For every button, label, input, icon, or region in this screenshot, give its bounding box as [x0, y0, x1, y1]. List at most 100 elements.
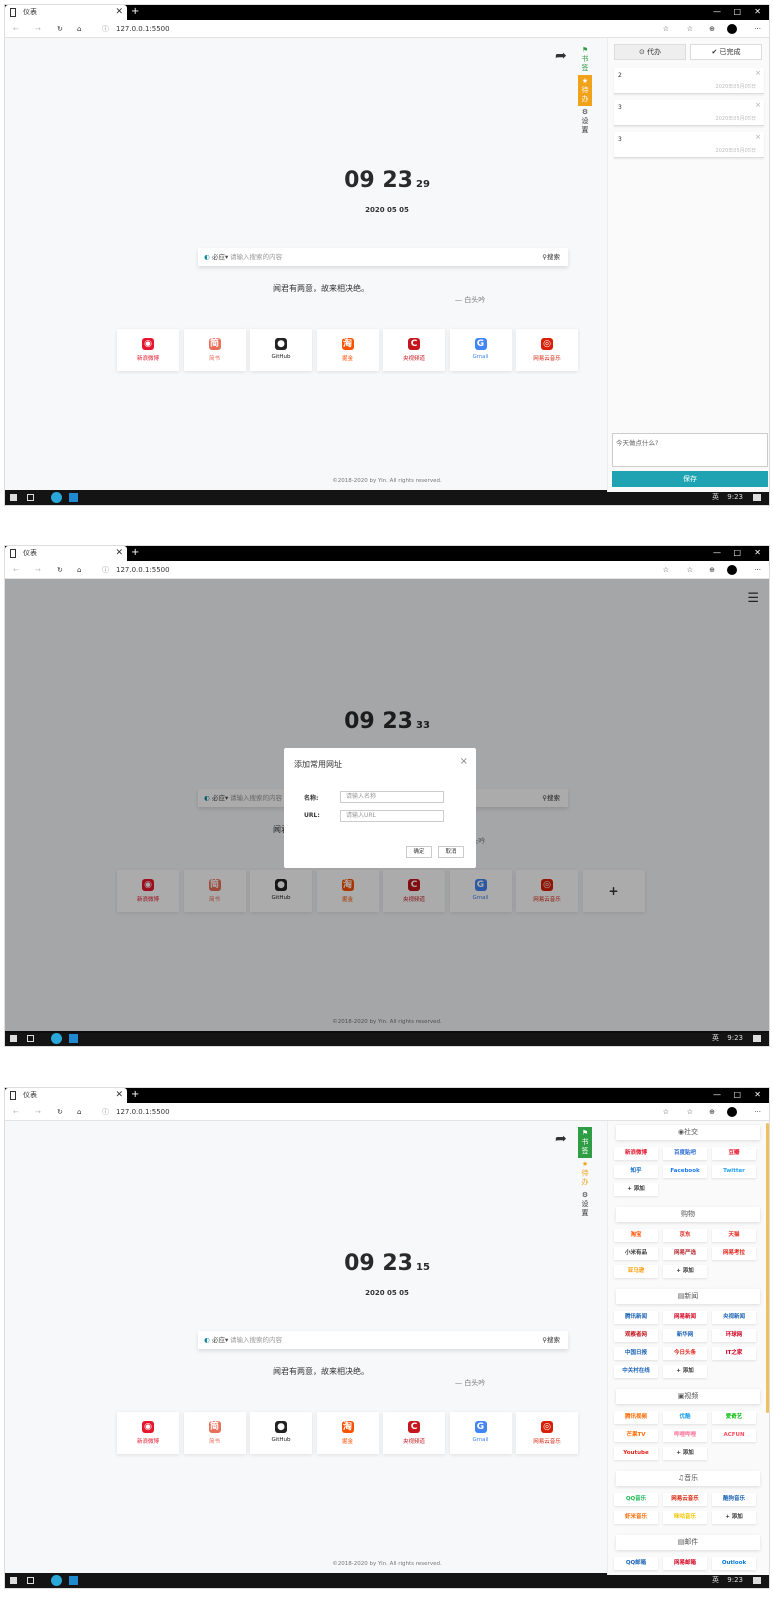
bookmark-chip[interactable]: 腾讯新闻: [614, 1311, 658, 1324]
ime-indicator[interactable]: 英: [712, 490, 719, 505]
name-input[interactable]: 请输入名称: [340, 791, 444, 803]
panel-scrollbar[interactable]: [766, 1123, 769, 1413]
new-tab-button[interactable]: +: [131, 5, 139, 19]
search-engine-select[interactable]: ◐ 必应▾: [204, 1331, 228, 1349]
browser-tab[interactable]: 仪表 ✕: [5, 1088, 127, 1103]
url-input[interactable]: 请输入URL: [340, 810, 444, 822]
quick-link-card[interactable]: ● GitHub: [250, 329, 312, 371]
todo-note[interactable]: 3 2020年05月05日 ×: [614, 132, 764, 158]
favorite-star-icon[interactable]: ☆: [663, 1103, 669, 1121]
confirm-button[interactable]: 确定: [406, 846, 432, 858]
todo-note[interactable]: 2 2020年05月05日 ×: [614, 68, 764, 94]
bookmark-chip[interactable]: 今日头条: [663, 1347, 707, 1360]
share-icon[interactable]: ➦: [555, 1131, 567, 1147]
home-icon[interactable]: ⌂: [77, 561, 81, 579]
bookmark-chip[interactable]: 酷狗音乐: [712, 1493, 756, 1506]
close-window-button[interactable]: ✕: [754, 5, 761, 19]
bookmark-chip[interactable]: 知乎: [614, 1165, 658, 1178]
site-info-icon[interactable]: ⓘ: [102, 561, 109, 579]
start-icon[interactable]: [10, 1035, 17, 1042]
search-button[interactable]: ⚲搜索: [542, 248, 560, 266]
bookmark-chip[interactable]: 中关村在线: [614, 1365, 658, 1378]
extensions-icon[interactable]: ⊕: [709, 1103, 715, 1121]
side-nav-todo[interactable]: ★ 待办: [578, 1158, 592, 1189]
bookmark-chip[interactable]: 网易邮箱: [663, 1557, 707, 1570]
task-view-icon[interactable]: [27, 494, 34, 501]
bookmark-chip[interactable]: Youtube: [614, 1447, 658, 1460]
bookmark-chip[interactable]: 京东: [663, 1229, 707, 1242]
reload-icon[interactable]: ↻: [57, 561, 63, 579]
side-nav-bookmarks[interactable]: ⚑ 书签: [578, 44, 592, 75]
bookmark-chip[interactable]: Facebook: [663, 1165, 707, 1178]
favorites-list-icon[interactable]: ☆: [687, 561, 693, 579]
bookmark-chip[interactable]: 央视新闻: [712, 1311, 756, 1324]
notification-icon[interactable]: [753, 1577, 761, 1584]
bookmark-chip[interactable]: QQ邮箱: [614, 1557, 658, 1570]
maximize-button[interactable]: □: [733, 546, 741, 560]
bookmark-chip[interactable]: ACFUN: [712, 1429, 756, 1442]
search-input[interactable]: 请输入搜索的内容: [230, 248, 282, 266]
quick-link-card[interactable]: 淘掘金: [316, 1412, 379, 1454]
more-menu-icon[interactable]: ···: [754, 1103, 761, 1121]
notification-icon[interactable]: [753, 1035, 761, 1042]
bookmark-chip[interactable]: 中国日报: [614, 1347, 658, 1360]
bookmark-chip[interactable]: 优酷: [663, 1411, 707, 1424]
favorites-list-icon[interactable]: ☆: [687, 20, 693, 38]
bookmark-chip[interactable]: 淘宝: [614, 1229, 658, 1242]
bookmark-chip[interactable]: 新华网: [663, 1329, 707, 1342]
bookmark-chip[interactable]: 咪咕音乐: [663, 1511, 707, 1524]
close-tab-icon[interactable]: ✕: [115, 1088, 123, 1103]
forward-icon[interactable]: →: [35, 561, 41, 579]
close-tab-icon[interactable]: ✕: [115, 5, 123, 20]
tab-todo[interactable]: ⊙ 代办: [614, 44, 686, 60]
quick-link-card[interactable]: G Gmail: [449, 1412, 512, 1454]
quick-link-card[interactable]: 简简书: [183, 329, 246, 371]
quick-link-card[interactable]: ● GitHub: [250, 1412, 312, 1454]
quick-link-card[interactable]: ◉ 新浪微博: [117, 1412, 179, 1454]
site-info-icon[interactable]: ⓘ: [102, 20, 109, 38]
close-icon[interactable]: ×: [755, 133, 761, 141]
minimize-button[interactable]: —: [713, 1088, 721, 1102]
url-field[interactable]: 127.0.0.1:5500: [116, 1103, 170, 1121]
side-nav-todo[interactable]: ★ 待办: [578, 75, 592, 106]
add-bookmark-button[interactable]: + 添加: [614, 1183, 658, 1196]
todo-note[interactable]: 3 2020年05月05日 ×: [614, 100, 764, 126]
close-icon[interactable]: ×: [460, 756, 468, 767]
quick-link-card[interactable]: ◉ 新浪微博: [117, 329, 179, 371]
add-bookmark-button[interactable]: + 添加: [663, 1365, 707, 1378]
new-tab-button[interactable]: +: [131, 546, 139, 560]
reload-icon[interactable]: ↻: [57, 1103, 63, 1121]
bookmark-chip[interactable]: IT之家: [712, 1347, 756, 1360]
maximize-button[interactable]: □: [733, 1088, 741, 1102]
browser-tab[interactable]: 仪表 ✕: [5, 546, 127, 561]
ime-indicator[interactable]: 英: [712, 1573, 719, 1588]
quick-link-card[interactable]: C 央视频道: [383, 329, 445, 371]
notification-icon[interactable]: [753, 494, 761, 501]
bookmark-chip[interactable]: 百度贴吧: [663, 1147, 707, 1160]
home-icon[interactable]: ⌂: [77, 20, 81, 38]
home-icon[interactable]: ⌂: [77, 1103, 81, 1121]
bookmark-chip[interactable]: 网易考拉: [712, 1247, 756, 1260]
bookmark-chip[interactable]: 新浪微博: [614, 1147, 658, 1160]
task-view-icon[interactable]: [27, 1035, 34, 1042]
browser-tab[interactable]: 仪表 ✕: [5, 5, 127, 20]
bookmark-chip[interactable]: 小米有品: [614, 1247, 658, 1260]
search-input[interactable]: 请输入搜索的内容: [230, 1331, 282, 1349]
add-bookmark-button[interactable]: + 添加: [712, 1511, 756, 1524]
url-field[interactable]: 127.0.0.1:5500: [116, 20, 170, 38]
extensions-icon[interactable]: ⊕: [709, 561, 715, 579]
close-icon[interactable]: ×: [755, 101, 761, 109]
profile-avatar[interactable]: [727, 24, 737, 34]
bookmark-chip[interactable]: 环球网: [712, 1329, 756, 1342]
favorite-star-icon[interactable]: ☆: [663, 561, 669, 579]
task-view-icon[interactable]: [27, 1577, 34, 1584]
bookmark-chip[interactable]: 天猫: [712, 1229, 756, 1242]
quick-link-card[interactable]: ◎ 网易云音乐: [516, 1412, 578, 1454]
back-icon[interactable]: ←: [13, 20, 19, 38]
vscode-taskbar-icon[interactable]: [69, 1034, 78, 1043]
bookmark-chip[interactable]: Outlook: [712, 1557, 756, 1570]
search-button[interactable]: ⚲搜索: [542, 1331, 560, 1349]
bookmark-chip[interactable]: 爱奇艺: [712, 1411, 756, 1424]
quick-link-card[interactable]: ◎ 网易云音乐: [516, 329, 578, 371]
bookmark-chip[interactable]: 网易新闻: [663, 1311, 707, 1324]
